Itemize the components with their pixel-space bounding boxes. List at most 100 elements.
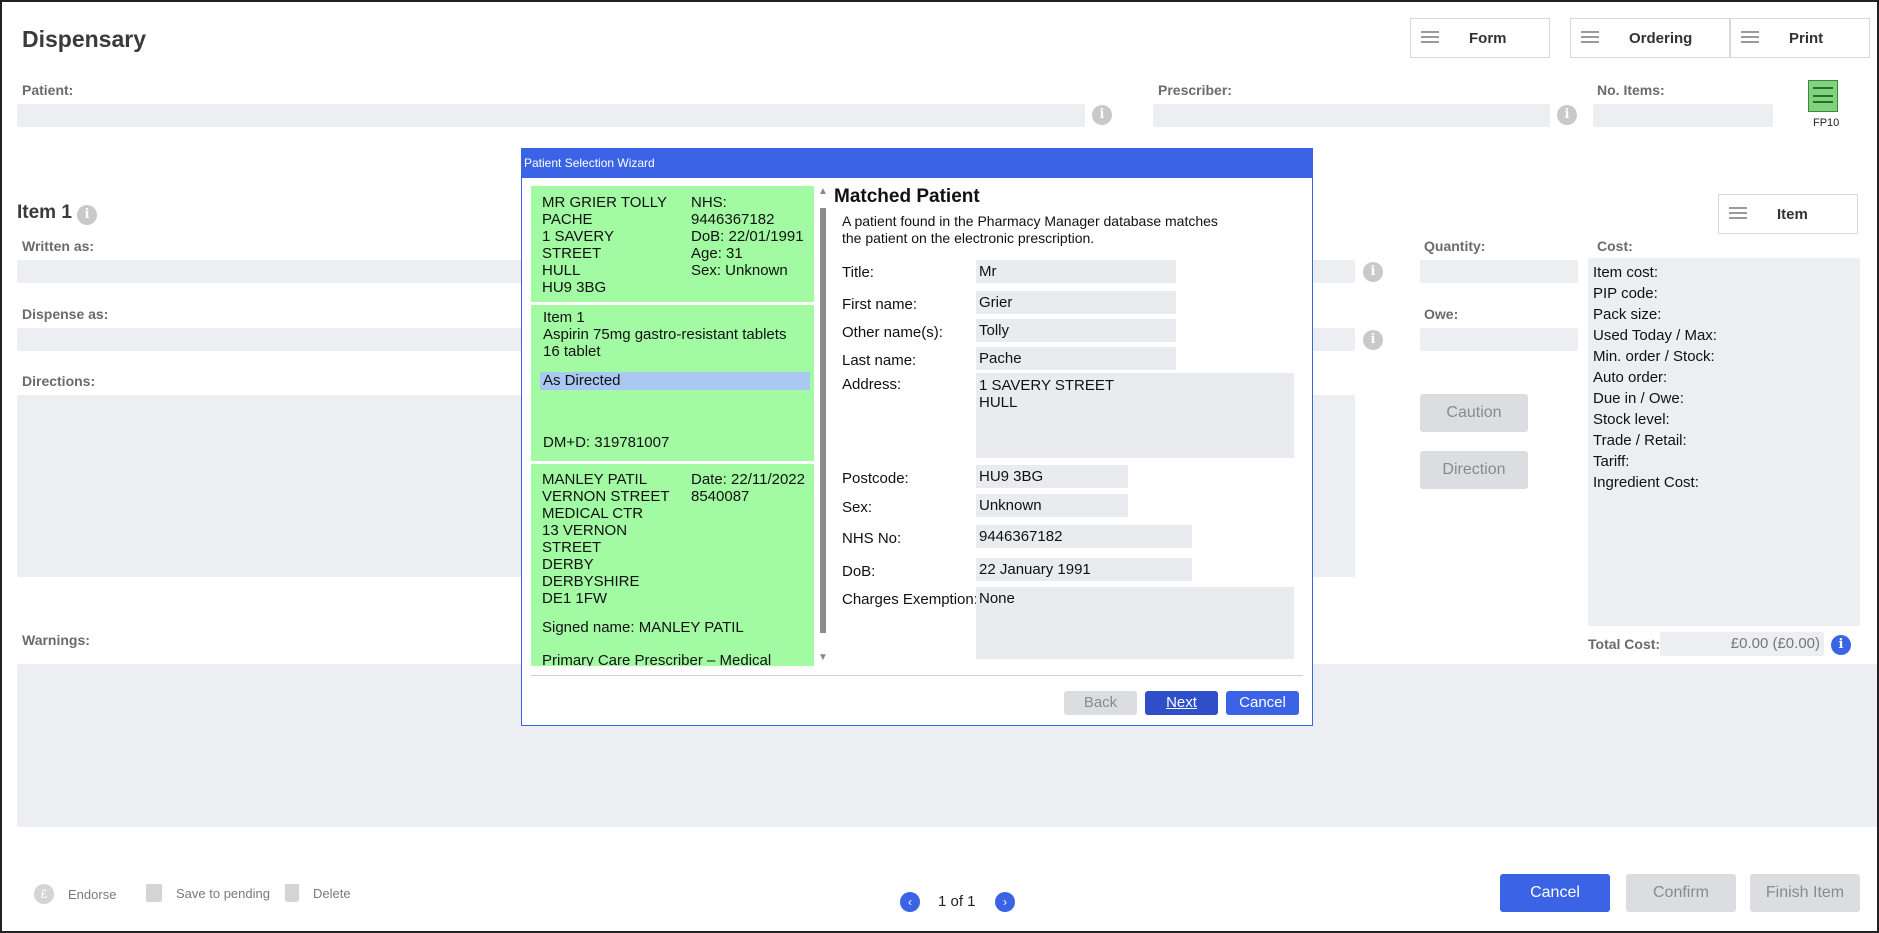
cost-line: Item cost:: [1593, 264, 1659, 281]
prev-page-icon[interactable]: ‹: [900, 892, 920, 912]
last-name-label: Last name:: [842, 352, 917, 369]
cost-label: Cost:: [1597, 238, 1633, 254]
written-as-info-icon[interactable]: i: [1363, 262, 1383, 282]
scroll-down-icon[interactable]: ▼: [818, 652, 828, 663]
fp10-label: FP10: [1813, 117, 1840, 129]
prescriber-card-line: DE1 1FW: [542, 590, 608, 607]
form-button[interactable]: Form: [1410, 18, 1550, 58]
total-cost-value: £0.00 (£0.00): [1660, 632, 1824, 656]
delete-action[interactable]: Delete: [285, 884, 351, 902]
prescriber-card-left: MANLEY PATIL VERNON STREET MEDICAL CTR 1…: [542, 471, 670, 607]
ordering-button[interactable]: Ordering: [1570, 18, 1730, 58]
other-names-field: Tolly: [976, 319, 1176, 342]
page-indicator: 1 of 1: [938, 893, 976, 910]
cancel-button[interactable]: Cancel: [1500, 874, 1610, 912]
item-card-line: 16 tablet: [543, 343, 601, 360]
address-line: HULL: [979, 394, 1018, 411]
prescriber-card-line: 8540087: [691, 488, 750, 505]
matched-patient-heading: Matched Patient: [834, 186, 980, 207]
prescriber-card-line: DERBY: [542, 556, 594, 573]
prescriber-card-right: Date: 22/11/2022 8540087: [691, 471, 805, 505]
prescriber-card-line: MEDICAL CTR: [542, 505, 644, 522]
item-info-icon[interactable]: i: [77, 205, 97, 225]
trash-icon: [285, 884, 299, 902]
endorse-label: Endorse: [68, 886, 117, 902]
summary-scrollbar[interactable]: ▲ ▼: [817, 186, 829, 666]
first-name-label: First name:: [842, 296, 918, 313]
list-icon: [1581, 30, 1599, 46]
patient-label: Patient:: [22, 82, 74, 98]
sex-field: Unknown: [976, 494, 1128, 517]
caution-button[interactable]: Caution: [1420, 394, 1528, 432]
prescription-summary: MR GRIER TOLLY PACHE 1 SAVERY STREET HUL…: [531, 186, 814, 666]
confirm-button[interactable]: Confirm: [1626, 874, 1736, 912]
first-name-field: Grier: [976, 291, 1176, 314]
sex-label: Sex:: [842, 499, 873, 516]
prescriber-card: MANLEY PATIL VERNON STREET MEDICAL CTR 1…: [531, 464, 814, 666]
dob-label: DoB:: [842, 563, 876, 580]
no-items-field[interactable]: [1593, 104, 1773, 127]
scroll-up-icon[interactable]: ▲: [818, 186, 828, 197]
finish-item-button[interactable]: Finish Item: [1750, 874, 1860, 912]
dialog-title: Patient Selection Wizard: [522, 149, 1312, 178]
patient-card-right: NHS: 9446367182 DoB: 22/01/1991 Age: 31 …: [691, 194, 804, 279]
scroll-thumb[interactable]: [820, 208, 826, 633]
quantity-field[interactable]: [1420, 260, 1578, 283]
item-button[interactable]: Item: [1718, 194, 1858, 234]
endorse-action[interactable]: £ Endorse: [34, 884, 116, 904]
print-button[interactable]: Print: [1730, 18, 1870, 58]
dialog-divider: [531, 675, 1303, 676]
patient-card-line: 1 SAVERY: [542, 228, 614, 245]
prescriber-info-icon[interactable]: i: [1557, 105, 1577, 125]
owe-label: Owe:: [1424, 306, 1459, 322]
prescriber-card-line: Date: 22/11/2022: [691, 471, 805, 488]
patient-card-line: HU9 3BG: [542, 279, 607, 296]
patient-card-line: NHS:: [691, 194, 727, 211]
charges-exemption-field: None: [976, 587, 1294, 659]
save-pending-action[interactable]: Save to pending: [146, 884, 270, 902]
warnings-label: Warnings:: [22, 632, 90, 648]
patient-field[interactable]: [17, 104, 1085, 127]
patient-info-icon[interactable]: i: [1092, 105, 1112, 125]
save-pending-label: Save to pending: [176, 885, 270, 901]
list-icon: [1741, 30, 1759, 46]
prescriber-field[interactable]: [1153, 104, 1550, 127]
list-icon: [1729, 206, 1747, 222]
matched-patient-description: A patient found in the Pharmacy Manager …: [842, 213, 1218, 247]
prescriber-label: Prescriber:: [1158, 82, 1232, 98]
cost-line: Tariff:: [1593, 453, 1630, 470]
owe-field[interactable]: [1420, 328, 1578, 351]
item-title: Item 1: [17, 202, 72, 223]
patient-selection-dialog: Patient Selection Wizard MR GRIER TOLLY …: [521, 148, 1313, 726]
item-card: Item 1 Aspirin 75mg gastro-resistant tab…: [531, 305, 814, 461]
back-button[interactable]: Back: [1064, 691, 1137, 715]
cost-line: Ingredient Cost:: [1593, 474, 1699, 491]
next-button[interactable]: Next: [1145, 691, 1218, 715]
cost-line: Auto order:: [1593, 369, 1668, 386]
item-button-label: Item: [1777, 205, 1808, 223]
no-items-label: No. Items:: [1597, 82, 1665, 98]
save-icon: [146, 884, 162, 902]
description-line: the patient on the electronic prescripti…: [842, 230, 1095, 246]
quantity-label: Quantity:: [1424, 238, 1486, 254]
patient-card-line: HULL: [542, 262, 581, 279]
title-field: Mr: [976, 260, 1176, 283]
item-directions: As Directed: [540, 372, 810, 390]
patient-card-line: MR GRIER TOLLY: [542, 194, 668, 211]
address-line: 1 SAVERY STREET: [979, 377, 1115, 394]
cost-line: Stock level:: [1593, 411, 1670, 428]
dispense-as-info-icon[interactable]: i: [1363, 330, 1383, 350]
patient-card-line: STREET: [542, 245, 602, 262]
total-cost-info-icon[interactable]: i: [1831, 635, 1851, 655]
next-page-icon[interactable]: ›: [995, 892, 1015, 912]
patient-card-line: PACHE: [542, 211, 593, 228]
dialog-cancel-button[interactable]: Cancel: [1226, 691, 1299, 715]
list-icon: [1421, 30, 1439, 46]
direction-button[interactable]: Direction: [1420, 451, 1528, 489]
prescriber-role: Primary Care Prescriber – Medical: [542, 652, 772, 666]
endorse-icon: £: [34, 884, 54, 904]
fp10-form-icon[interactable]: [1808, 80, 1838, 112]
patient-card-line: Age: 31: [691, 245, 743, 262]
prescriber-card-line: DERBYSHIRE: [542, 573, 640, 590]
patient-card: MR GRIER TOLLY PACHE 1 SAVERY STREET HUL…: [531, 186, 814, 302]
